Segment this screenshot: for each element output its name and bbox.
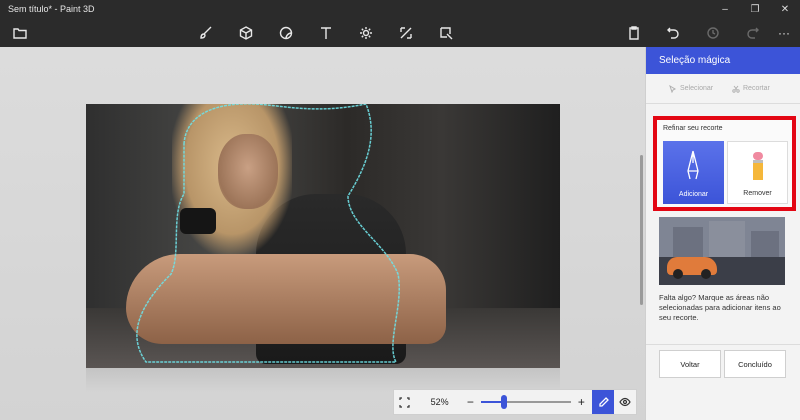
add-button[interactable]: Adicionar	[663, 141, 724, 204]
zoom-slider-thumb[interactable]	[501, 395, 508, 409]
photo-canvas[interactable]	[86, 104, 560, 368]
selection-outline	[136, 104, 400, 363]
add-label: Adicionar	[678, 191, 709, 198]
eye-icon[interactable]	[614, 390, 636, 414]
zoom-bar: 52% − +	[393, 389, 637, 415]
text-icon[interactable]	[316, 23, 336, 43]
cursor-icon	[669, 84, 677, 93]
zoom-percent: 52%	[430, 397, 449, 407]
magic-select-icon[interactable]	[436, 23, 456, 43]
minimize-button[interactable]: –	[710, 0, 740, 18]
cut-label: Recortar	[743, 85, 770, 92]
tutorial-illustration	[659, 217, 785, 285]
sticker-icon[interactable]	[276, 23, 296, 43]
undo-icon[interactable]	[663, 23, 683, 43]
main-toolbar: ···	[0, 18, 800, 47]
zoom-out-button[interactable]: −	[463, 395, 477, 409]
title-bar: Sem título* - Paint 3D – ❐ ✕	[0, 0, 800, 18]
brush-icon[interactable]	[196, 23, 216, 43]
zoom-in-button[interactable]: +	[575, 395, 589, 409]
selection-mode-row: Selecionar Recortar	[646, 74, 800, 104]
select-label: Selecionar	[680, 85, 714, 92]
canvas-icon[interactable]	[396, 23, 416, 43]
cut-button[interactable]: Recortar	[732, 85, 770, 93]
done-button[interactable]: Concluído	[724, 350, 786, 378]
scissors-icon	[732, 85, 740, 93]
maximize-button[interactable]: ❐	[740, 0, 770, 18]
redo-icon[interactable]	[743, 23, 763, 43]
paste-icon[interactable]	[624, 23, 644, 43]
panel-title: Seleção mágica	[646, 47, 800, 74]
cube-icon[interactable]	[236, 23, 256, 43]
select-button[interactable]: Selecionar	[669, 84, 714, 93]
panel-divider	[646, 344, 800, 345]
remove-button[interactable]: Remover	[727, 141, 788, 204]
window-title: Sem título* - Paint 3D	[8, 4, 95, 14]
magic-select-panel: Seleção mágica Selecionar Recortar Refin…	[645, 47, 800, 420]
remove-label: Remover	[743, 190, 772, 197]
close-button[interactable]: ✕	[770, 0, 800, 18]
eraser-icon	[753, 152, 763, 180]
history-icon[interactable]	[703, 23, 723, 43]
effects-icon[interactable]	[356, 23, 376, 43]
help-text: Falta algo? Marque as áreas não selecion…	[659, 293, 781, 322]
zoom-slider[interactable]	[481, 390, 572, 414]
pen-add-icon	[687, 150, 699, 180]
refine-box: Refinar seu recorte Adicionar Remover	[653, 116, 796, 211]
open-folder-icon[interactable]	[10, 23, 30, 43]
more-icon[interactable]: ···	[774, 23, 794, 43]
fit-screen-icon[interactable]	[394, 390, 416, 414]
vertical-scrollbar[interactable]	[640, 155, 643, 305]
back-button[interactable]: Voltar	[659, 350, 721, 378]
pen-icon[interactable]	[592, 390, 615, 414]
window-controls: – ❐ ✕	[710, 0, 800, 18]
refine-label: Refinar seu recorte	[663, 125, 723, 132]
